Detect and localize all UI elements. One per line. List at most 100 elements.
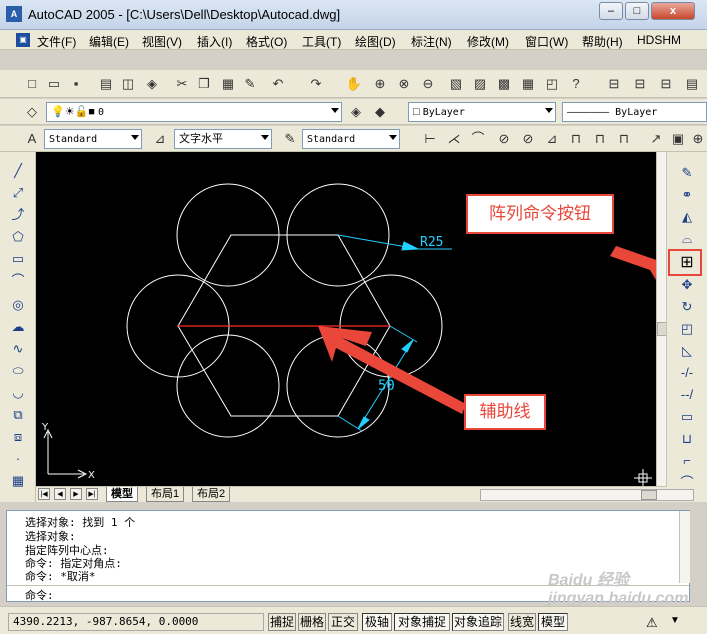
menu-file[interactable]: 文件(F) [37, 33, 76, 50]
ortho-toggle[interactable]: 正交 [328, 613, 358, 631]
circle-icon[interactable]: ◎ [8, 296, 28, 314]
zoom-realtime-icon[interactable]: ⊕ [370, 74, 390, 94]
zoom-previous-icon[interactable]: ⊖ [418, 74, 438, 94]
extend-icon[interactable]: --/ [677, 386, 697, 404]
tab-prev-icon[interactable]: ◀ [54, 488, 66, 500]
zoom-window-icon[interactable]: ⊗ [394, 74, 414, 94]
mirror-icon[interactable]: ◭ [677, 208, 697, 226]
model-toggle[interactable]: 模型 [538, 613, 568, 631]
menu-tools[interactable]: 工具(T) [302, 33, 341, 50]
snap-toggle[interactable]: 捕捉 [268, 613, 296, 631]
dim-baseline-icon[interactable]: ⊓ [590, 129, 610, 149]
horizontal-scrollbar[interactable] [480, 489, 694, 501]
redo-icon[interactable]: ↷ [306, 74, 326, 94]
leader-icon[interactable]: ↗ [646, 129, 666, 149]
layer-dropdown[interactable]: 💡☀🔓■ 0 [46, 102, 342, 122]
menu-edit[interactable]: 编辑(E) [89, 33, 129, 50]
dim-style-dropdown[interactable]: Standard [302, 129, 400, 149]
help-icon[interactable]: ? [566, 74, 586, 94]
print-icon[interactable]: ▤ [96, 74, 116, 94]
osnap-toggle[interactable]: 对象捕捉 [394, 613, 450, 631]
open-icon[interactable]: ▭ [44, 74, 64, 94]
spline-icon[interactable]: ∿ [8, 340, 28, 358]
dim-arc-icon[interactable]: ⌒ [468, 129, 488, 149]
stretch-icon[interactable]: ◺ [677, 342, 697, 360]
tolerance-icon[interactable]: ▣ [668, 129, 688, 149]
horizontal-scroll-thumb[interactable] [641, 490, 657, 500]
otrack-toggle[interactable]: 对象追踪 [452, 613, 504, 631]
dim-linear-icon[interactable]: ⊟ [604, 74, 624, 94]
preview-icon[interactable]: ◫ [118, 74, 138, 94]
circle-bottom-right[interactable] [286, 334, 390, 438]
rotate-icon[interactable]: ↻ [677, 298, 697, 316]
design-center-icon[interactable]: ▨ [470, 74, 490, 94]
make-object-layer-current-icon[interactable]: ◈ [346, 102, 366, 122]
hatch-icon[interactable]: ▦ [8, 472, 28, 490]
paste-icon[interactable]: ▦ [218, 74, 238, 94]
layer-previous-icon[interactable]: ◆ [370, 102, 390, 122]
revision-cloud-icon[interactable]: ☁ [8, 318, 28, 336]
join-icon[interactable]: ⊔ [677, 430, 697, 448]
rectangle-icon[interactable]: ▭ [8, 250, 28, 268]
dim-continue-icon[interactable]: ⊓ [614, 129, 634, 149]
markup-icon[interactable]: ◰ [542, 74, 562, 94]
text-direction-icon[interactable]: ⊿ [150, 129, 170, 149]
chamfer-icon[interactable]: ⌐ [677, 452, 697, 470]
color-dropdown[interactable]: □ ByLayer [408, 102, 556, 122]
tab-layout1[interactable]: 布局1 [146, 487, 185, 502]
grid-toggle[interactable]: 栅格 [298, 613, 326, 631]
dim-ordinate-icon[interactable]: ⊟ [656, 74, 676, 94]
calculator-icon[interactable]: ▦ [518, 74, 538, 94]
menu-help[interactable]: 帮助(H) [582, 33, 623, 50]
offset-icon[interactable]: ⌓ [677, 230, 697, 248]
menu-draw[interactable]: 绘图(D) [355, 33, 396, 50]
new-icon[interactable]: □ [22, 74, 42, 94]
pan-icon[interactable]: ✋ [344, 74, 364, 94]
menu-window[interactable]: 窗口(W) [525, 33, 568, 50]
copy-icon[interactable]: ❐ [194, 74, 214, 94]
menu-dimension[interactable]: 标注(N) [411, 33, 452, 50]
dim-diameter-icon[interactable]: ⊘ [518, 129, 538, 149]
dim-radius-icon[interactable]: ▤ [682, 74, 702, 94]
dim-aligned-tool-icon[interactable]: ⋌ [444, 129, 464, 149]
menu-insert[interactable]: 插入(I) [197, 33, 232, 50]
match-properties-icon[interactable]: ✎ [240, 74, 260, 94]
tool-palettes-icon[interactable]: ▩ [494, 74, 514, 94]
text-style-dropdown[interactable]: Standard [44, 129, 142, 149]
tab-model[interactable]: 模型 [106, 487, 138, 502]
menu-format[interactable]: 格式(O) [246, 33, 287, 50]
polyline-icon[interactable]: ⤴ [8, 206, 28, 224]
menu-modify[interactable]: 修改(M) [467, 33, 509, 50]
tab-next-icon[interactable]: ▶ [70, 488, 82, 500]
trim-icon[interactable]: -/- [677, 364, 697, 382]
close-button[interactable]: x [651, 2, 695, 20]
dim-angular-icon[interactable]: ⊿ [542, 129, 562, 149]
layer-manager-icon[interactable]: ◇ [22, 102, 42, 122]
tab-layout2[interactable]: 布局2 [192, 487, 231, 502]
minimize-button[interactable]: – [599, 2, 623, 20]
dim-aligned-icon[interactable]: ⊟ [630, 74, 650, 94]
document-icon[interactable]: ▣ [16, 33, 30, 47]
make-block-icon[interactable]: ⧈ [8, 428, 28, 446]
menu-view[interactable]: 视图(V) [142, 33, 182, 50]
dim-radius-tool-icon[interactable]: ⊘ [494, 129, 514, 149]
text-direction-dropdown[interactable]: 文字水平 [174, 129, 272, 149]
save-icon[interactable]: ▪ [66, 74, 86, 94]
center-mark-icon[interactable]: ⊕ [688, 129, 707, 149]
properties-icon[interactable]: ▧ [446, 74, 466, 94]
insert-block-icon[interactable]: ⧉ [8, 406, 28, 424]
dim-linear-tool-icon[interactable]: ⊢ [420, 129, 440, 149]
undo-icon[interactable]: ↶ [268, 74, 288, 94]
autocad-app-icon[interactable]: A [6, 6, 22, 22]
linetype-dropdown[interactable]: ——————— ByLayer [562, 102, 707, 122]
tab-first-icon[interactable]: |◀ [38, 488, 50, 500]
tab-last-icon[interactable]: ▶| [86, 488, 98, 500]
break-icon[interactable]: ▭ [677, 408, 697, 426]
menu-hdshm[interactable]: HDSHM [637, 33, 681, 47]
move-icon[interactable]: ✥ [677, 276, 697, 294]
ellipse-icon[interactable]: ⬭ [8, 362, 28, 380]
dim-style-icon[interactable]: ✎ [280, 129, 300, 149]
comm-center-icon[interactable]: ⚠ [646, 615, 658, 631]
construction-line-icon[interactable]: ⤢ [8, 184, 28, 202]
copy-object-icon[interactable]: ⚭ [677, 186, 697, 204]
